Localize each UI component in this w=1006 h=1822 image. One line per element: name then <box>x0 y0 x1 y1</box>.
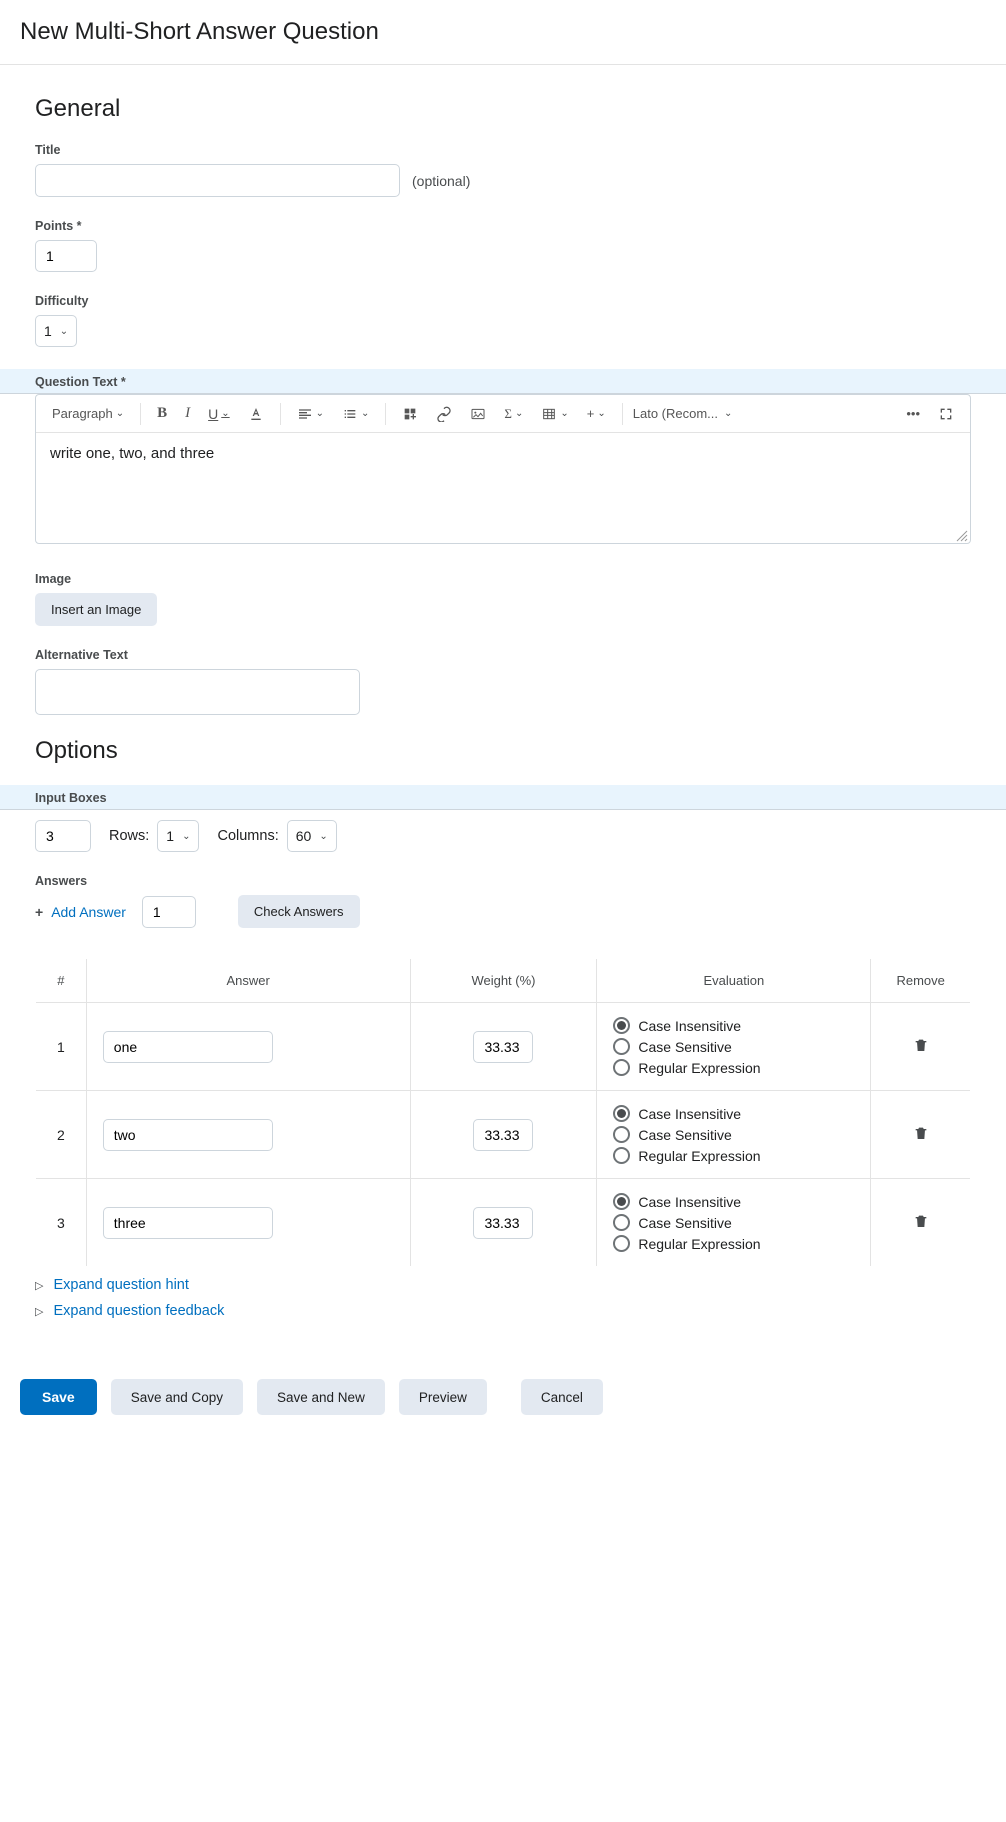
trash-icon[interactable] <box>913 1041 929 1057</box>
optional-text: (optional) <box>412 173 470 189</box>
footer-actions: Save Save and Copy Save and New Preview … <box>0 1359 1006 1445</box>
row-number: 3 <box>36 1179 87 1267</box>
radio-icon <box>613 1105 630 1122</box>
columns-select[interactable]: 60⌄ <box>287 820 337 852</box>
radio-case-sensitive[interactable]: Case Sensitive <box>613 1038 854 1055</box>
rows-select[interactable]: 1⌄ <box>157 820 199 852</box>
expand-feedback-link[interactable]: ▷ Expand question feedback <box>35 1303 971 1319</box>
plus-icon: + <box>35 904 43 920</box>
answer-input[interactable] <box>103 1119 273 1151</box>
chevron-down-icon: ⌄ <box>60 326 68 337</box>
difficulty-select[interactable]: 1 ⌄ <box>35 315 77 347</box>
weight-input[interactable] <box>473 1207 533 1239</box>
align-icon[interactable]: ⌄ <box>291 402 330 426</box>
triangle-right-icon: ▷ <box>35 1305 43 1318</box>
points-input[interactable] <box>35 240 97 272</box>
image-label: Image <box>35 572 971 586</box>
radio-case-sensitive[interactable]: Case Sensitive <box>613 1126 854 1143</box>
radio-case-sensitive[interactable]: Case Sensitive <box>613 1214 854 1231</box>
page-header: New Multi-Short Answer Question <box>0 0 1006 65</box>
columns-label: Columns: <box>217 828 278 844</box>
save-and-new-button[interactable]: Save and New <box>257 1379 385 1415</box>
radio-case-insensitive[interactable]: Case Insensitive <box>613 1193 854 1210</box>
chevron-down-icon: ⌄ <box>319 831 327 842</box>
weight-input[interactable] <box>473 1031 533 1063</box>
radio-case-insensitive[interactable]: Case Insensitive <box>613 1105 854 1122</box>
radio-icon <box>613 1235 630 1252</box>
more-icon[interactable]: ••• <box>900 402 926 425</box>
resize-handle-icon[interactable] <box>956 529 968 541</box>
text-color-icon[interactable] <box>242 402 270 426</box>
input-boxes-input[interactable] <box>35 820 91 852</box>
radio-icon <box>613 1214 630 1231</box>
equation-icon[interactable]: Σ ⌄ <box>498 402 529 426</box>
radio-regex[interactable]: Regular Expression <box>613 1235 854 1252</box>
table-row: 2 Case Insensitive Case Sensitive Regular E… <box>36 1091 971 1179</box>
list-icon[interactable]: ⌄ <box>336 402 375 426</box>
radio-regex[interactable]: Regular Expression <box>613 1147 854 1164</box>
link-icon[interactable] <box>430 402 458 426</box>
radio-icon <box>613 1193 630 1210</box>
radio-regex[interactable]: Regular Expression <box>613 1059 854 1076</box>
general-heading: General <box>35 95 971 123</box>
table-icon[interactable]: ⌄ <box>535 402 574 426</box>
radio-case-insensitive[interactable]: Case Insensitive <box>613 1017 854 1034</box>
image-icon[interactable] <box>464 402 492 426</box>
rows-label: Rows: <box>109 828 149 844</box>
preview-button[interactable]: Preview <box>399 1379 487 1415</box>
weight-input[interactable] <box>473 1119 533 1151</box>
plus-icon[interactable]: + ⌄ <box>581 402 612 425</box>
save-and-copy-button[interactable]: Save and Copy <box>111 1379 243 1415</box>
radio-icon <box>613 1059 630 1076</box>
add-answer-button[interactable]: + Add Answer <box>35 904 126 920</box>
answer-input[interactable] <box>103 1031 273 1063</box>
save-button[interactable]: Save <box>20 1379 97 1415</box>
paragraph-select[interactable]: Paragraph ⌄ <box>46 402 130 425</box>
add-answer-count-input[interactable] <box>142 896 196 928</box>
editor-content[interactable]: write one, two, and three <box>36 433 970 543</box>
font-select[interactable]: Lato (Recom... ⌄ <box>633 406 733 421</box>
difficulty-label: Difficulty <box>35 294 971 308</box>
table-row: 3 Case Insensitive Case Sensitive Regular E… <box>36 1179 971 1267</box>
editor-toolbar: Paragraph ⌄ B I U ⌄ ⌄ ⌄ Σ ⌄ ⌄ + ⌄ Lato (… <box>36 395 970 433</box>
col-header-eval: Evaluation <box>597 959 871 1003</box>
col-header-weight: Weight (%) <box>410 959 597 1003</box>
col-header-remove: Remove <box>871 959 971 1003</box>
row-number: 2 <box>36 1091 87 1179</box>
italic-icon[interactable]: I <box>179 401 196 426</box>
answers-table: # Answer Weight (%) Evaluation Remove 1 C… <box>35 958 971 1267</box>
alt-text-input[interactable] <box>35 669 360 715</box>
answer-input[interactable] <box>103 1207 273 1239</box>
fullscreen-icon[interactable] <box>932 402 960 426</box>
radio-icon <box>613 1147 630 1164</box>
cancel-button[interactable]: Cancel <box>521 1379 603 1415</box>
check-answers-button[interactable]: Check Answers <box>238 895 360 928</box>
row-number: 1 <box>36 1003 87 1091</box>
radio-icon <box>613 1126 630 1143</box>
col-header-num: # <box>36 959 87 1003</box>
trash-icon[interactable] <box>913 1217 929 1233</box>
input-boxes-label: Input Boxes <box>0 785 1006 810</box>
trash-icon[interactable] <box>913 1129 929 1145</box>
answers-label: Answers <box>35 874 971 888</box>
triangle-right-icon: ▷ <box>35 1279 43 1292</box>
underline-icon[interactable]: U ⌄ <box>202 402 236 426</box>
options-heading: Options <box>35 737 971 765</box>
question-text-label: Question Text * <box>0 369 1006 394</box>
insert-stuff-icon[interactable] <box>396 402 424 426</box>
col-header-answer: Answer <box>86 959 410 1003</box>
page-title: New Multi-Short Answer Question <box>20 18 986 46</box>
points-label: Points * <box>35 219 971 233</box>
title-label: Title <box>35 143 971 157</box>
chevron-down-icon: ⌄ <box>182 831 190 842</box>
rich-text-editor: Paragraph ⌄ B I U ⌄ ⌄ ⌄ Σ ⌄ ⌄ + ⌄ Lato (… <box>35 394 971 544</box>
insert-image-button[interactable]: Insert an Image <box>35 593 157 626</box>
alt-text-label: Alternative Text <box>35 648 971 662</box>
table-row: 1 Case Insensitive Case Sensitive Regular E… <box>36 1003 971 1091</box>
expand-hint-link[interactable]: ▷ Expand question hint <box>35 1277 971 1293</box>
bold-icon[interactable]: B <box>151 401 173 426</box>
title-input[interactable] <box>35 164 400 197</box>
radio-icon <box>613 1017 630 1034</box>
radio-icon <box>613 1038 630 1055</box>
